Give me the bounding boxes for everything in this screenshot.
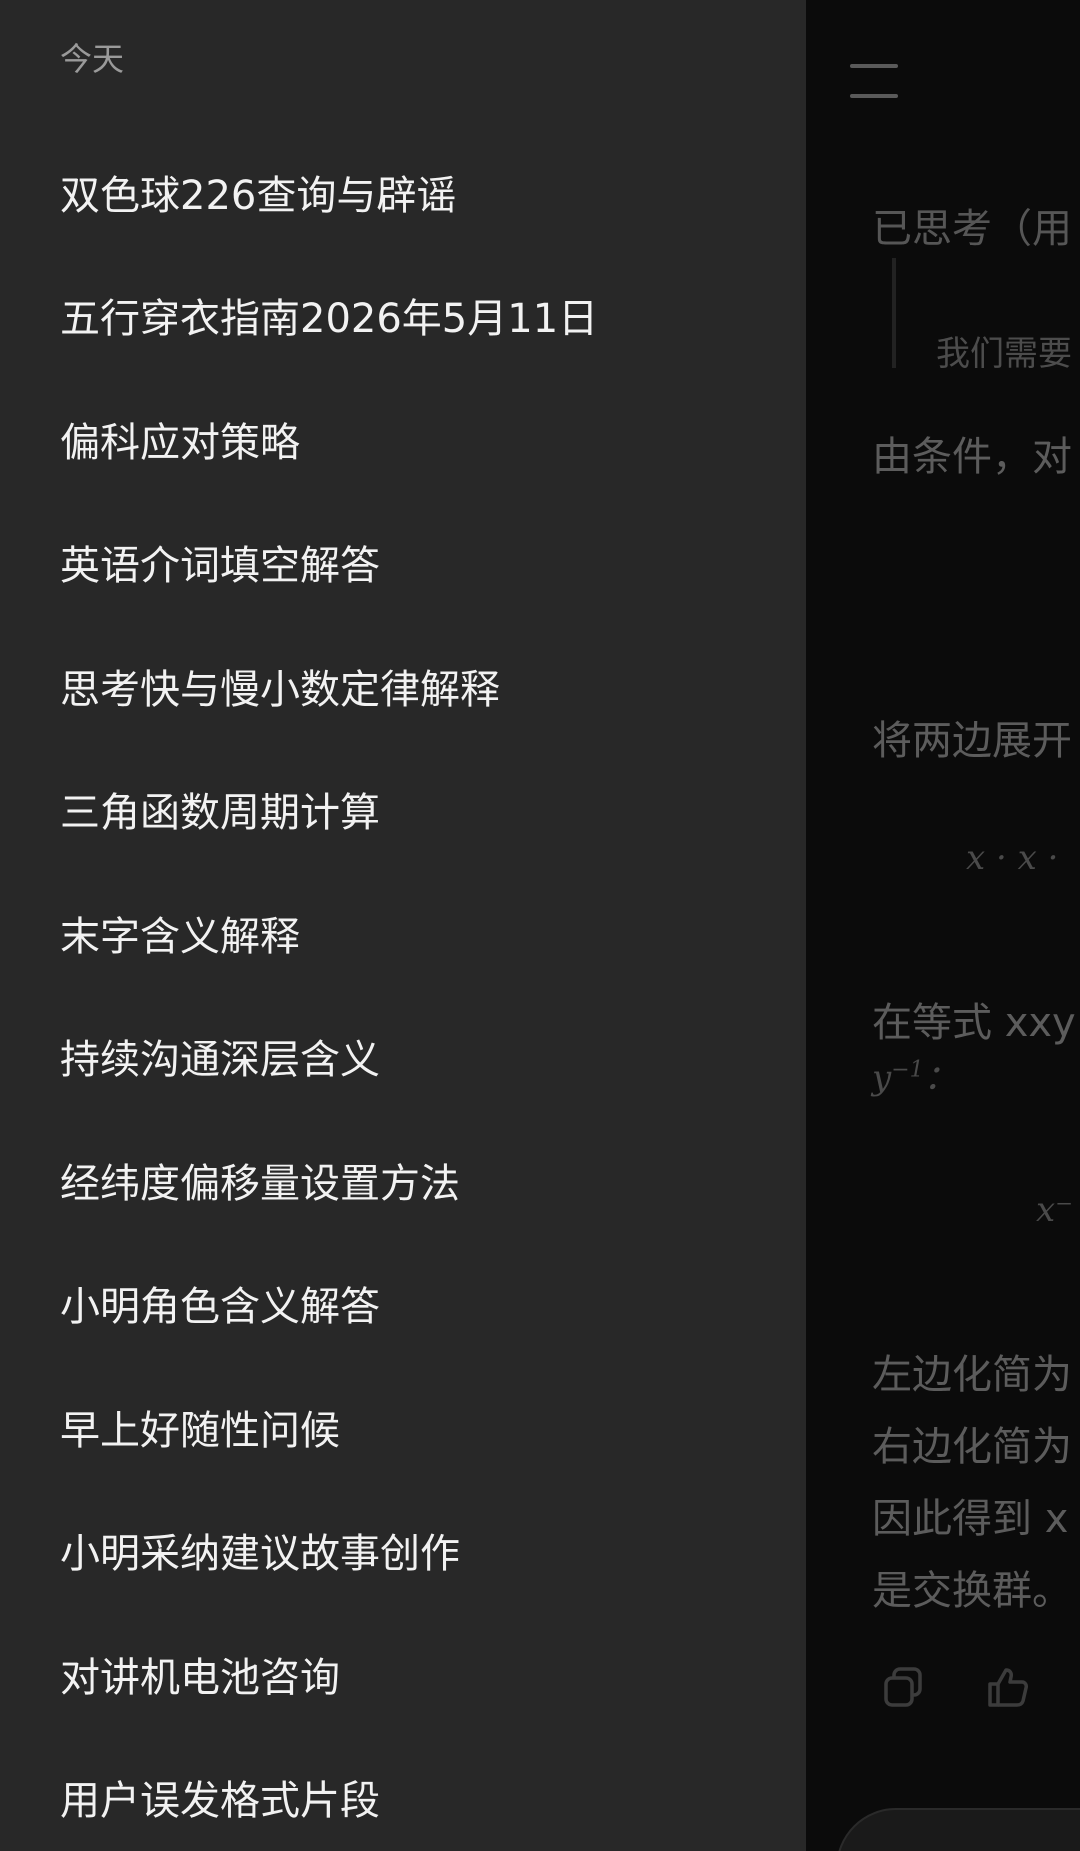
answer-line-2: 将两边展开: [872, 718, 1072, 764]
answer-line-3: 在等式 xxy: [872, 1000, 1076, 1046]
history-item[interactable]: 经纬度偏移量设置方法: [0, 1118, 806, 1242]
answer-line-1: 由条件，对: [872, 434, 1072, 480]
history-item[interactable]: 早上好随性问候: [0, 1365, 806, 1489]
message-input-edge[interactable]: [836, 1808, 1080, 1851]
math-formula-2: y−1：: [872, 1050, 958, 1099]
copy-icon[interactable]: [882, 1665, 926, 1709]
answer-line-4: 左边化简为: [872, 1352, 1072, 1398]
thought-quote-text: 我们需要: [936, 334, 1072, 374]
menu-button[interactable]: [850, 60, 902, 104]
answer-line-5: 右边化简为: [872, 1424, 1072, 1470]
math-formula-3: x⁻: [1036, 1190, 1074, 1230]
history-item[interactable]: 五行穿衣指南2026年5月11日: [0, 254, 806, 378]
math-formula-2-suffix: ：: [923, 1058, 958, 1098]
history-item[interactable]: 双色球226查询与辟谣: [0, 130, 806, 254]
history-item[interactable]: 持续沟通深层含义: [0, 995, 806, 1119]
history-list: 双色球226查询与辟谣 五行穿衣指南2026年5月11日 偏科应对策略 英语介词…: [0, 130, 806, 1851]
thought-status-label[interactable]: 已思考（用: [872, 196, 1072, 254]
history-item[interactable]: 英语介词填空解答: [0, 501, 806, 625]
history-item[interactable]: 小明采纳建议故事创作: [0, 1489, 806, 1613]
thought-quote-bar: [892, 258, 896, 368]
history-item[interactable]: 思考快与慢小数定律解释: [0, 624, 806, 748]
thumbs-up-icon[interactable]: [986, 1665, 1030, 1709]
history-item[interactable]: 对讲机电池咨询: [0, 1612, 806, 1736]
history-item[interactable]: 偏科应对策略: [0, 377, 806, 501]
history-item[interactable]: 用户误发格式片段: [0, 1736, 806, 1851]
copy-icon-svg: [884, 1667, 922, 1707]
chat-main-area: 已思考（用 我们需要 由条件，对 将两边展开 x · x · 在等式 xxy y…: [806, 0, 1080, 1851]
menu-icon-bar-top: [850, 64, 898, 68]
history-drawer: 今天 双色球226查询与辟谣 五行穿衣指南2026年5月11日 偏科应对策略 英…: [0, 0, 806, 1851]
answer-line-7: 是交换群。: [872, 1568, 1072, 1614]
thumbs-up-icon-svg: [988, 1668, 1028, 1707]
answer-line-6: 因此得到 x: [872, 1496, 1069, 1542]
math-formula-1: x · x ·: [966, 838, 1059, 878]
history-item[interactable]: 末字含义解释: [0, 871, 806, 995]
math-formula-2-exponent: −1: [891, 1057, 924, 1083]
history-item[interactable]: 小明角色含义解答: [0, 1242, 806, 1366]
screen: 已思考（用 我们需要 由条件，对 将两边展开 x · x · 在等式 xxy y…: [0, 0, 1080, 1851]
math-formula-2-base: y: [872, 1058, 892, 1098]
menu-icon-bar-bottom: [850, 94, 898, 98]
section-header-today: 今天: [60, 40, 125, 78]
history-item[interactable]: 三角函数周期计算: [0, 748, 806, 872]
